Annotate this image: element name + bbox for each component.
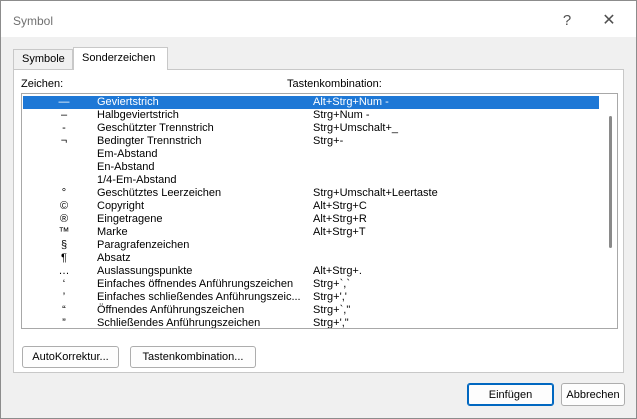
char-symbol: “: [62, 304, 66, 316]
char-symbol: -: [62, 122, 66, 134]
column-label-tastenkombination: Tastenkombination:: [287, 78, 382, 90]
char-symbol: ©: [59, 200, 69, 212]
abbrechen-button[interactable]: Abbrechen: [561, 383, 625, 406]
char-shortcut: Alt+Strg+.: [313, 265, 362, 277]
list-item[interactable]: ® Eingetragene Alt+Strg+R: [23, 213, 599, 226]
help-icon[interactable]: ?: [549, 7, 585, 33]
char-symbol: ¶: [61, 252, 67, 264]
list-item[interactable]: 1/4-Em-Abstand: [23, 174, 599, 187]
char-name: Einfaches schließendes Anführungszeic...: [97, 291, 301, 303]
list-item[interactable]: § Paragrafenzeichen: [23, 239, 599, 252]
list-item[interactable]: - Geschützter Trennstrich Strg+Umschalt+_: [23, 122, 599, 135]
char-symbol: …: [58, 265, 70, 277]
char-symbol: ¬: [60, 135, 68, 147]
char-name: Em-Abstand: [97, 148, 158, 160]
char-shortcut: Strg+Umschalt+_: [313, 122, 398, 134]
char-shortcut: Strg+-: [313, 135, 344, 147]
tab-sonderzeichen[interactable]: Sonderzeichen: [73, 47, 168, 70]
char-name: Geviertstrich: [97, 96, 159, 108]
char-name: En-Abstand: [97, 161, 155, 173]
char-name: Auslassungspunkte: [97, 265, 193, 277]
char-shortcut: Strg+`,": [313, 304, 351, 316]
char-symbol: ’: [62, 291, 66, 303]
close-icon[interactable]: ✕: [591, 7, 627, 33]
char-name: Geschützter Trennstrich: [97, 122, 214, 134]
scrollbar-thumb[interactable]: [609, 116, 612, 248]
char-name: Marke: [97, 226, 128, 238]
title-bar: Symbol ? ✕: [1, 1, 636, 37]
char-symbol: ‘: [62, 278, 66, 290]
column-label-zeichen: Zeichen:: [21, 78, 64, 90]
char-symbol: §: [60, 239, 68, 251]
char-name: Öffnendes Anführungszeichen: [97, 304, 245, 316]
char-symbol: °: [61, 187, 67, 199]
list-item[interactable]: – Halbgeviertstrich Strg+Num -: [23, 109, 599, 122]
symbol-dialog: Symbol ? ✕ Symbole Sonderzeichen Zeichen…: [0, 0, 637, 419]
tab-panel: Zeichen: Tastenkombination: — Geviertstri…: [13, 69, 624, 373]
list-item[interactable]: ’ Einfaches schließendes Anführungszeic..…: [23, 291, 599, 304]
char-symbol: ™: [58, 226, 70, 238]
list-item[interactable]: ° Geschütztes Leerzeichen Strg+Umschalt+Le…: [23, 187, 599, 200]
char-symbol: ®: [59, 213, 69, 225]
char-name: Bedingter Trennstrich: [97, 135, 202, 147]
char-name: Copyright: [97, 200, 145, 212]
char-shortcut: Alt+Strg+R: [313, 213, 367, 225]
char-name: 1/4-Em-Abstand: [97, 174, 177, 186]
char-symbol: —: [58, 96, 70, 108]
char-shortcut: Strg+',': [313, 291, 347, 303]
list-item[interactable]: ‘ Einfaches öffnendes Anführungszeichen St…: [23, 278, 599, 291]
char-name: Einfaches öffnendes Anführungszeichen: [97, 278, 294, 290]
autokorrektur-button[interactable]: AutoKorrektur...: [22, 346, 119, 368]
char-shortcut: Alt+Strg+C: [313, 200, 367, 212]
tab-symbole[interactable]: Symbole: [13, 49, 73, 69]
char-shortcut: Strg+Num -: [313, 109, 370, 121]
list-item[interactable]: “ Öffnendes Anführungszeichen Strg+`,": [23, 304, 599, 317]
char-symbol: ”: [62, 317, 66, 329]
einfuegen-button[interactable]: Einfügen: [467, 383, 554, 406]
special-character-list[interactable]: — Geviertstrich Alt+Strg+Num - – Halbgeviert…: [21, 93, 618, 329]
char-name: Paragrafenzeichen: [97, 239, 190, 251]
char-shortcut: Strg+',": [313, 317, 349, 329]
char-name: Halbgeviertstrich: [97, 109, 179, 121]
char-shortcut: Strg+Umschalt+Leertaste: [313, 187, 438, 199]
char-name: Absatz: [97, 252, 131, 264]
char-name: Eingetragene: [97, 213, 163, 225]
char-name: Schließendes Anführungszeichen: [97, 317, 261, 329]
list-item[interactable]: … Auslassungspunkte Alt+Strg+.: [23, 265, 599, 278]
char-shortcut: Alt+Strg+Num -: [313, 96, 389, 108]
char-shortcut: Alt+Strg+T: [313, 226, 366, 238]
list-item[interactable]: En-Abstand: [23, 161, 599, 174]
tastenkombination-button[interactable]: Tastenkombination...: [130, 346, 256, 368]
list-item[interactable]: Em-Abstand: [23, 148, 599, 161]
list-item[interactable]: © Copyright Alt+Strg+C: [23, 200, 599, 213]
dialog-title: Symbol: [13, 14, 54, 28]
list-item[interactable]: ¬ Bedingter Trennstrich Strg+-: [23, 135, 599, 148]
list-item[interactable]: — Geviertstrich Alt+Strg+Num -: [23, 96, 599, 109]
char-shortcut: Strg+`,`: [313, 278, 350, 290]
char-name: Geschütztes Leerzeichen: [97, 187, 222, 199]
list-item[interactable]: ™ Marke Alt+Strg+T: [23, 226, 599, 239]
char-symbol: –: [60, 109, 68, 121]
list-item[interactable]: ¶ Absatz: [23, 252, 599, 265]
list-item[interactable]: ” Schließendes Anführungszeichen Strg+',": [23, 317, 599, 329]
